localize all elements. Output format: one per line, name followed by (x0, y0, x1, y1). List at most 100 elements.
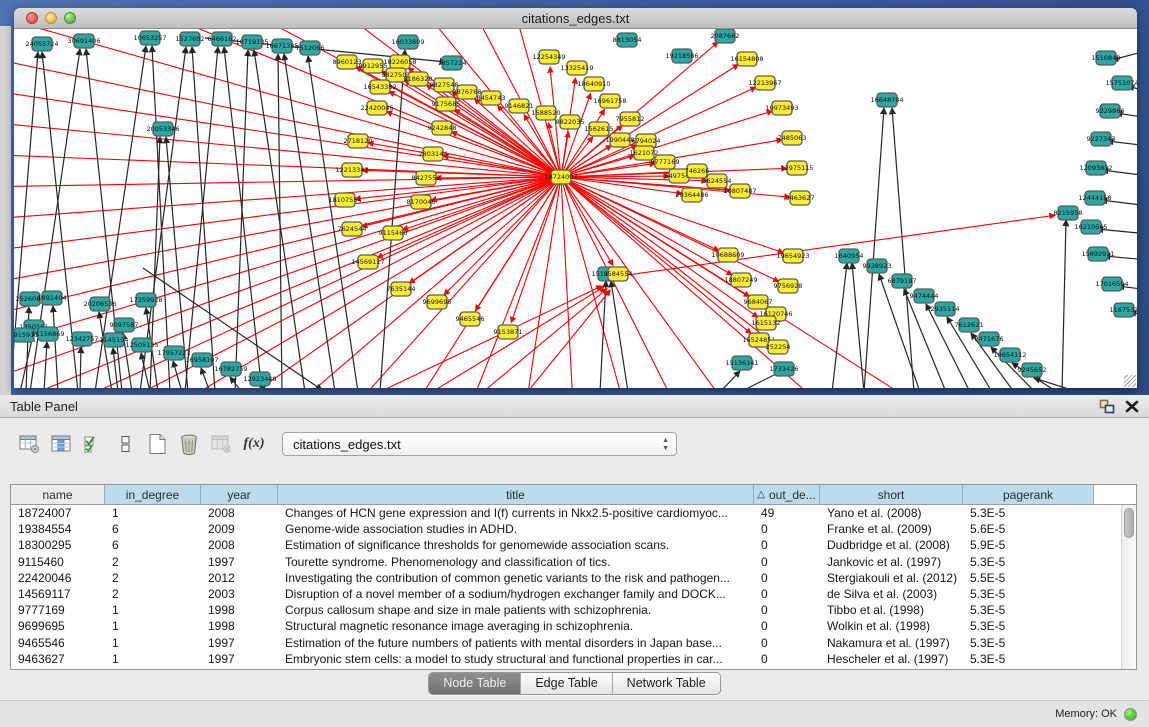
close-panel-icon[interactable] (1125, 400, 1139, 413)
cell-pagerank[interactable]: 5.3E-5 (963, 602, 1094, 618)
cell-name[interactable]: 19384554 (11, 521, 105, 537)
column-header-short[interactable]: short (820, 485, 963, 504)
cell-name[interactable]: 18724007 (11, 505, 105, 521)
cell-short[interactable]: Yano et al. (2008) (820, 505, 963, 521)
column-header-name[interactable]: name (11, 485, 105, 504)
cell-pagerank[interactable]: 5.3E-5 (963, 554, 1094, 570)
network-window-titlebar[interactable]: citations_edges.txt (14, 8, 1137, 29)
table-row[interactable]: 946554611997Estimation of the future num… (11, 635, 1136, 651)
cell-in-degree[interactable]: 6 (105, 521, 201, 537)
cell-short[interactable]: Jankovic et al. (1997) (820, 554, 963, 570)
cell-year[interactable]: 2008 (201, 505, 278, 521)
cell-out-de-[interactable]: 0 (754, 635, 820, 651)
tab-network-table[interactable]: Network Table (612, 673, 720, 694)
row-selection-icon[interactable] (110, 434, 142, 454)
cell-year[interactable]: 1998 (201, 602, 278, 618)
cell-out-de-[interactable]: 0 (754, 618, 820, 634)
cell-title[interactable]: Structural magnetic resonance image aver… (278, 618, 754, 634)
cell-year[interactable]: 1997 (201, 635, 278, 651)
table-row[interactable]: 2242004622012Investigating the contribut… (11, 570, 1136, 586)
cell-in-degree[interactable]: 2 (105, 554, 201, 570)
cell-year[interactable]: 1997 (201, 651, 278, 667)
cell-out-de-[interactable]: 0 (754, 602, 820, 618)
cell-pagerank[interactable]: 5.3E-5 (963, 651, 1094, 667)
scrollbar-thumb[interactable] (1124, 508, 1134, 538)
cell-pagerank[interactable]: 5.6E-5 (963, 521, 1094, 537)
cell-in-degree[interactable]: 6 (105, 537, 201, 553)
cell-short[interactable]: Nakamura et al. (1997) (820, 635, 963, 651)
cell-pagerank[interactable]: 5.3E-5 (963, 586, 1094, 602)
cell-in-degree[interactable]: 1 (105, 602, 201, 618)
cell-name[interactable]: 9699695 (11, 618, 105, 634)
tab-node-table[interactable]: Node Table (429, 673, 520, 694)
cell-in-degree[interactable]: 1 (105, 651, 201, 667)
column-header-out-de-[interactable]: △out_de... (754, 485, 820, 504)
cell-title[interactable]: Investigating the contribution of common… (278, 570, 754, 586)
column-header-year[interactable]: year (201, 485, 278, 504)
cell-title[interactable]: Estimation of significance thresholds fo… (278, 537, 754, 553)
cell-name[interactable]: 14569117 (11, 586, 105, 602)
column-header-title[interactable]: title (278, 485, 754, 504)
table-row[interactable]: 969969511998Structural magnetic resonanc… (11, 618, 1136, 634)
cell-in-degree[interactable]: 1 (105, 618, 201, 634)
show-columns-icon[interactable] (46, 434, 78, 454)
cell-title[interactable]: Changes of HCN gene expression and I(f) … (278, 505, 754, 521)
import-table-icon[interactable] (206, 434, 238, 454)
cell-name[interactable]: 9465546 (11, 635, 105, 651)
cell-short[interactable]: de Silva et al. (2003) (820, 586, 963, 602)
cell-out-de-[interactable]: 0 (754, 651, 820, 667)
column-header-pagerank[interactable]: pagerank (963, 485, 1094, 504)
new-table-icon[interactable] (142, 433, 174, 455)
cell-year[interactable]: 2012 (201, 570, 278, 586)
cell-title[interactable]: Genome-wide association studies in ADHD. (278, 521, 754, 537)
cell-title[interactable]: Estimation of the future numbers of pati… (278, 635, 754, 651)
float-panel-icon[interactable] (1099, 399, 1115, 414)
table-row[interactable]: 1830029562008Estimation of significance … (11, 537, 1136, 553)
cell-out-de-[interactable]: 0 (754, 586, 820, 602)
cell-pagerank[interactable]: 5.5E-5 (963, 570, 1094, 586)
cell-in-degree[interactable]: 1 (105, 635, 201, 651)
cell-in-degree[interactable]: 2 (105, 586, 201, 602)
cell-title[interactable]: Embryonic stem cells: a model to study s… (278, 651, 754, 667)
cell-in-degree[interactable]: 1 (105, 505, 201, 521)
cell-year[interactable]: 2008 (201, 537, 278, 553)
cell-in-degree[interactable]: 2 (105, 570, 201, 586)
table-row[interactable]: 946362711997Embryonic stem cells: a mode… (11, 651, 1136, 667)
cell-short[interactable]: Dudbridge et al. (2008) (820, 537, 963, 553)
cell-out-de-[interactable]: 0 (754, 521, 820, 537)
cell-year[interactable]: 2009 (201, 521, 278, 537)
table-selector-dropdown[interactable]: citations_edges.txt ▲▼ (282, 432, 677, 456)
cell-title[interactable]: Disruption of a novel member of a sodium… (278, 586, 754, 602)
table-row[interactable]: 911546021997Tourette syndrome. Phenomeno… (11, 554, 1136, 570)
table-row[interactable]: 1938455462009Genome-wide association stu… (11, 521, 1136, 537)
table-row[interactable]: 1456911722003Disruption of a novel membe… (11, 586, 1136, 602)
select-all-icon[interactable] (78, 434, 110, 454)
table-options-icon[interactable] (14, 434, 46, 454)
function-builder-icon[interactable]: f(x) (238, 436, 270, 452)
cell-out-de-[interactable]: 0 (754, 554, 820, 570)
network-canvas[interactable]: 2405572430691406106532571527602646616210… (14, 29, 1137, 388)
table-vertical-scrollbar[interactable] (1121, 505, 1136, 669)
delete-table-icon[interactable] (174, 433, 206, 455)
cell-year[interactable]: 1998 (201, 618, 278, 634)
cell-out-de-[interactable]: 0 (754, 570, 820, 586)
cell-out-de-[interactable]: 49 (754, 505, 820, 521)
cell-short[interactable]: Hescheler et al. (1997) (820, 651, 963, 667)
cell-short[interactable]: Franke et al. (2009) (820, 521, 963, 537)
cell-name[interactable]: 9463627 (11, 651, 105, 667)
cell-short[interactable]: Tibbo et al. (1998) (820, 602, 963, 618)
cell-title[interactable]: Corpus callosum shape and size in male p… (278, 602, 754, 618)
cell-pagerank[interactable]: 5.3E-5 (963, 635, 1094, 651)
cell-short[interactable]: Wolkin et al. (1998) (820, 618, 963, 634)
column-header-in-degree[interactable]: in_degree (105, 485, 201, 504)
cell-name[interactable]: 22420046 (11, 570, 105, 586)
cell-name[interactable]: 9115460 (11, 554, 105, 570)
table-row[interactable]: 977716911998Corpus callosum shape and si… (11, 602, 1136, 618)
tab-edge-table[interactable]: Edge Table (520, 673, 611, 694)
cell-short[interactable]: Stergiakouli et al. (2012) (820, 570, 963, 586)
cell-pagerank[interactable]: 5.3E-5 (963, 618, 1094, 634)
cell-name[interactable]: 9777169 (11, 602, 105, 618)
cell-year[interactable]: 1997 (201, 554, 278, 570)
window-resize-grip[interactable] (1124, 375, 1136, 387)
table-row[interactable]: 1872400712008Changes of HCN gene express… (11, 505, 1136, 521)
